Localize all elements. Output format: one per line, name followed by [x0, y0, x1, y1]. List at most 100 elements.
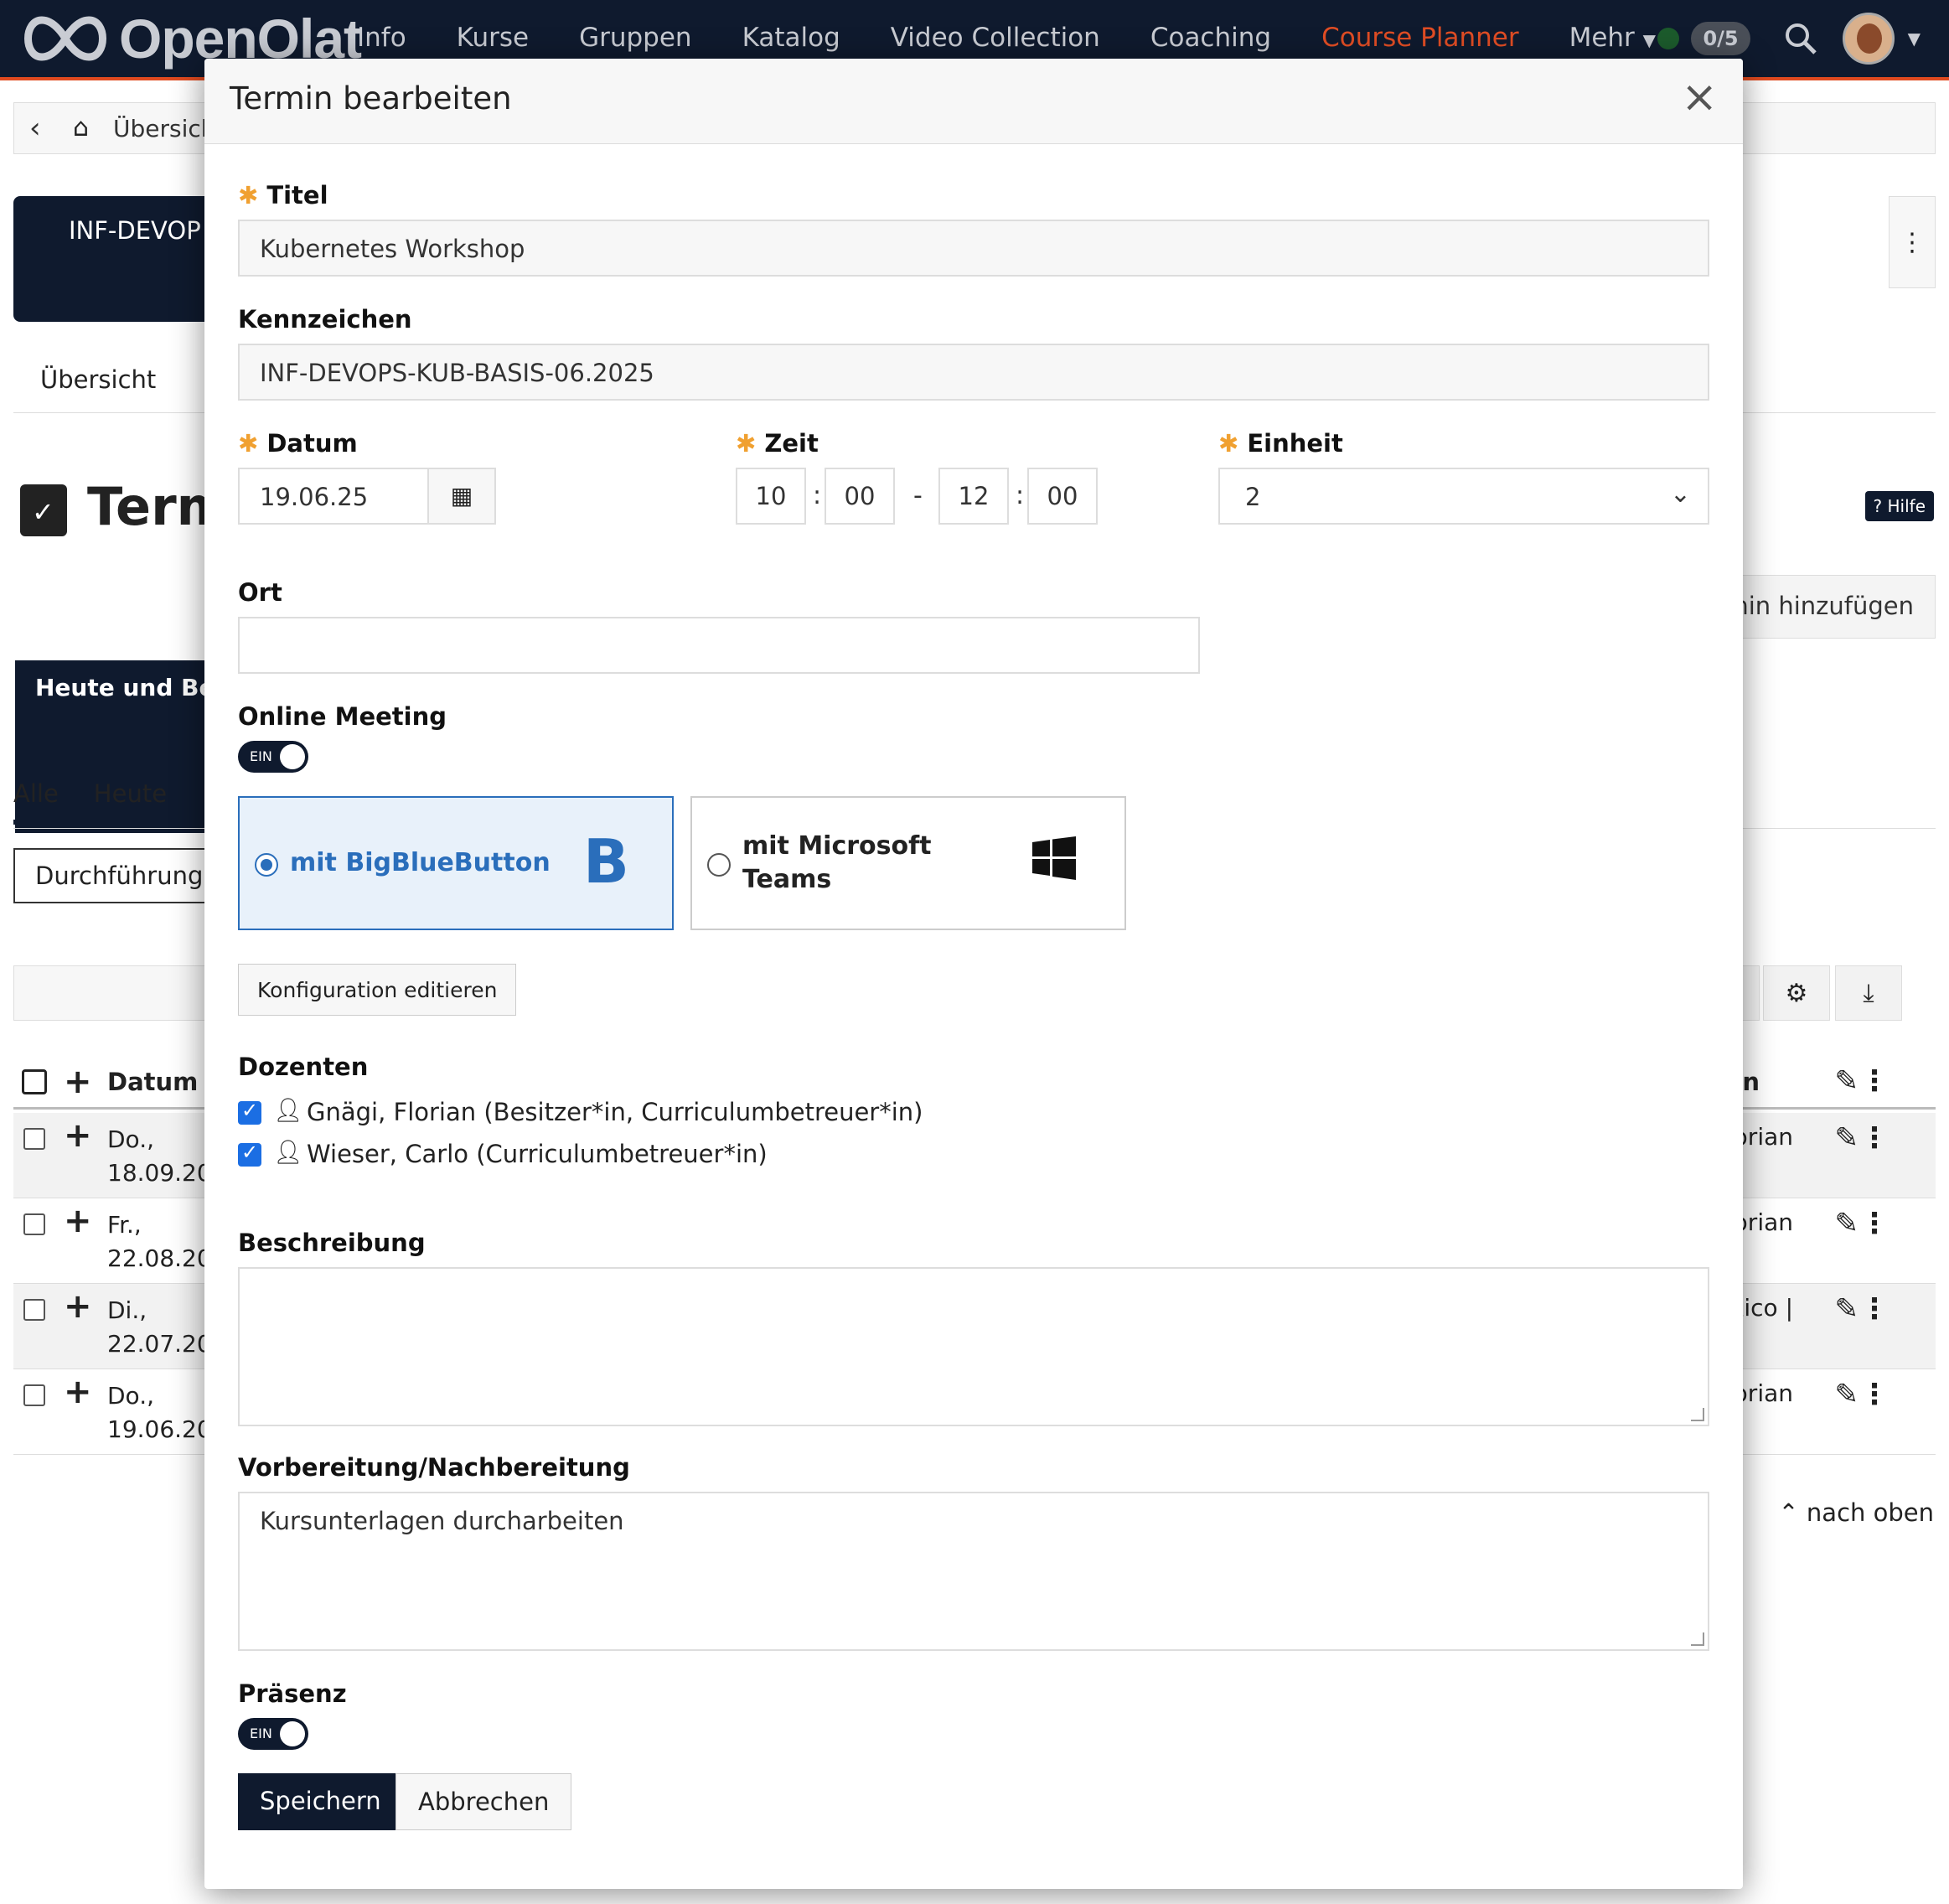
nav-tools: 0/5 ▼	[1657, 12, 1921, 65]
row-checkbox[interactable]	[23, 1213, 45, 1235]
time-label-text: Zeit	[764, 429, 819, 458]
user-icon: 👤︎	[273, 1096, 303, 1124]
tab-today[interactable]: Heute	[94, 779, 167, 825]
nav-item-katalog[interactable]: Katalog	[742, 23, 840, 53]
nav-item-mehr[interactable]: Mehr ▼	[1569, 23, 1656, 53]
nav-item-course-planner[interactable]: Course Planner	[1321, 23, 1519, 53]
time-separator: :	[1016, 481, 1025, 510]
bigbluebutton-radio[interactable]	[255, 853, 278, 877]
more-icon[interactable]: ⋮	[1860, 1378, 1889, 1411]
more-icon[interactable]: ⋮	[1860, 1207, 1889, 1240]
select-all-checkbox[interactable]	[22, 1069, 47, 1094]
save-button[interactable]: Speichern	[238, 1773, 403, 1830]
tab-overview[interactable]: Übersicht	[40, 365, 156, 394]
start-minute-input[interactable]: 00	[825, 468, 895, 525]
end-minute-input[interactable]: 00	[1027, 468, 1098, 525]
edit-icon[interactable]: ✎	[1835, 1378, 1859, 1411]
nav-item-video-collection[interactable]: Video Collection	[891, 23, 1100, 53]
online-meeting-toggle[interactable]: EIN	[238, 741, 308, 773]
lecturer-checkbox[interactable]	[238, 1141, 261, 1167]
column-header-date[interactable]: Datum ▾	[107, 1068, 219, 1096]
user-avatar[interactable]	[1842, 13, 1895, 65]
end-hour-input[interactable]: 12	[938, 468, 1009, 525]
table-search-input[interactable]	[13, 965, 223, 1021]
expand-row-icon[interactable]: +	[64, 1287, 92, 1326]
unit-select[interactable]: 2 ⌄	[1218, 468, 1709, 525]
dialog-title: Termin bearbeiten	[230, 80, 512, 116]
more-options-button[interactable]: ⋮	[1889, 196, 1936, 288]
required-asterisk-icon: ✱	[1218, 429, 1239, 458]
preparation-label: Vorbereitung/Nachbereitung	[238, 1453, 630, 1482]
user-menu-caret-icon[interactable]: ▼	[1908, 28, 1921, 49]
more-icon[interactable]: ⋮	[1860, 1064, 1889, 1098]
code-input[interactable]: INF-DEVOPS-KUB-BASIS-06.2025	[238, 344, 1709, 401]
time-range-separator: -	[913, 481, 923, 510]
column-header-date-label: Datum	[107, 1068, 199, 1096]
edit-configuration-button[interactable]: Konfiguration editieren	[238, 964, 517, 1016]
nav-item-info[interactable]: Info	[357, 23, 406, 53]
lecturer-checkbox[interactable]	[238, 1099, 261, 1125]
required-asterisk-icon: ✱	[736, 429, 757, 458]
nav-item-gruppen[interactable]: Gruppen	[579, 23, 692, 53]
microsoft-teams-label: mit Microsoft Teams	[742, 830, 932, 897]
bigbluebutton-option[interactable]: mit BigBlueButton B	[238, 796, 674, 930]
more-icon[interactable]: ⋮	[1860, 1121, 1889, 1155]
title-label-text: Titel	[266, 181, 328, 210]
presence-toggle[interactable]: EIN	[238, 1718, 308, 1750]
description-label: Beschreibung	[238, 1229, 426, 1257]
date-input[interactable]: 19.06.25	[238, 468, 429, 525]
search-icon[interactable]	[1784, 22, 1817, 55]
nav-item-coaching[interactable]: Coaching	[1150, 23, 1271, 53]
cancel-button[interactable]: Abbrechen	[395, 1773, 572, 1830]
lecturer-name: Wieser, Carlo (Curriculumbetreuer*in)	[307, 1140, 768, 1168]
microsoft-teams-option[interactable]: mit Microsoft Teams	[690, 796, 1126, 930]
location-input[interactable]	[238, 617, 1200, 674]
more-icon[interactable]: ⋮	[1860, 1292, 1889, 1326]
calendar-check-icon	[20, 484, 67, 536]
close-icon[interactable]: ×	[1681, 72, 1718, 122]
download-icon[interactable]: ⤓	[1835, 965, 1902, 1021]
row-checkbox[interactable]	[23, 1384, 45, 1406]
back-icon[interactable]: ‹	[29, 111, 41, 145]
edit-icon[interactable]: ✎	[1835, 1207, 1859, 1240]
expand-row-icon[interactable]: +	[64, 1116, 92, 1155]
title-input[interactable]: Kubernetes Workshop	[238, 220, 1709, 277]
back-to-top-label: nach oben	[1806, 1498, 1934, 1527]
nav-item-kurse[interactable]: Kurse	[457, 23, 529, 53]
expand-all-icon[interactable]: +	[64, 1063, 92, 1101]
back-to-top-link[interactable]: ⌃ nach oben	[1778, 1498, 1934, 1527]
location-label: Ort	[238, 578, 282, 607]
description-textarea[interactable]	[238, 1267, 1709, 1426]
time-label: ✱ Zeit	[736, 429, 819, 458]
course-code: INF-DEVOP	[69, 216, 201, 245]
required-asterisk-icon: ✱	[238, 429, 259, 458]
online-meeting-label: Online Meeting	[238, 702, 447, 731]
calendar-icon[interactable]: ▦	[427, 468, 496, 525]
row-checkbox[interactable]	[23, 1128, 45, 1150]
notification-badge[interactable]: 0/5	[1691, 22, 1750, 55]
edit-event-dialog: Termin bearbeiten × ✱ Titel Kubernetes Wo…	[204, 59, 1743, 1889]
expand-row-icon[interactable]: +	[64, 1373, 92, 1411]
expand-row-icon[interactable]: +	[64, 1202, 92, 1240]
tab-all[interactable]: Alle	[13, 779, 59, 825]
microsoft-teams-radio[interactable]	[707, 853, 731, 877]
date-label-text: Datum	[266, 429, 358, 458]
add-event-label: min hinzufügen	[1724, 592, 1914, 620]
bigbluebutton-label: mit BigBlueButton	[290, 848, 551, 877]
edit-icon[interactable]: ✎	[1835, 1292, 1859, 1326]
preparation-textarea[interactable]: Kursunterlagen durcharbeiten	[238, 1492, 1709, 1651]
unit-select-value: 2	[1245, 483, 1261, 511]
edit-icon[interactable]: ✎	[1835, 1121, 1859, 1155]
implementation-filter[interactable]: Durchführung	[13, 848, 206, 903]
start-hour-input[interactable]: 10	[736, 468, 806, 525]
gear-icon[interactable]: ⚙	[1763, 965, 1830, 1021]
online-status-icon[interactable]	[1657, 28, 1680, 49]
home-icon[interactable]: ⌂	[73, 113, 89, 142]
edit-icon[interactable]: ✎	[1835, 1064, 1859, 1098]
caret-down-icon: ▼	[1642, 30, 1657, 50]
lecturer-name: Gnägi, Florian (Besitzer*in, Curriculumb…	[307, 1098, 923, 1126]
time-separator: :	[813, 481, 822, 510]
row-checkbox[interactable]	[23, 1299, 45, 1321]
help-button[interactable]: ? Hilfe	[1864, 491, 1934, 521]
infinity-logo-icon	[24, 16, 106, 61]
